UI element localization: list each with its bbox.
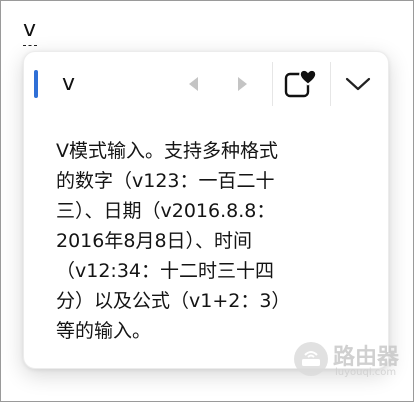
mode-description: V模式输入。支持多种格式 的数字（v123：一百二十 三）、日期（v2016.8… [56,140,291,342]
ime-candidate-panel: v V模式输入。支持多种格式 的数字（v123：一百二十 三）、日期（v2016… [23,51,389,369]
router-logo-icon [294,342,328,376]
watermark-url: luyouqi.com [335,367,397,378]
heart-box-icon[interactable] [282,67,318,101]
toolbar-divider [330,62,331,106]
watermark: 路由器 luyouqi.com [291,337,409,383]
candidate-bar: v [24,52,388,116]
candidate-item[interactable]: v [62,70,75,98]
composition-underline [23,45,37,46]
toolbar-divider [272,62,273,106]
triangle-left-icon[interactable] [184,74,204,94]
selection-indicator [34,70,38,98]
chevron-down-icon[interactable] [340,70,376,98]
composition-text: v [23,17,37,42]
triangle-right-icon[interactable] [232,74,252,94]
app-frame: v v V模式输入。支持多种格式 的数字（v123：一百二十 三）、日期（v20… [0,0,414,402]
